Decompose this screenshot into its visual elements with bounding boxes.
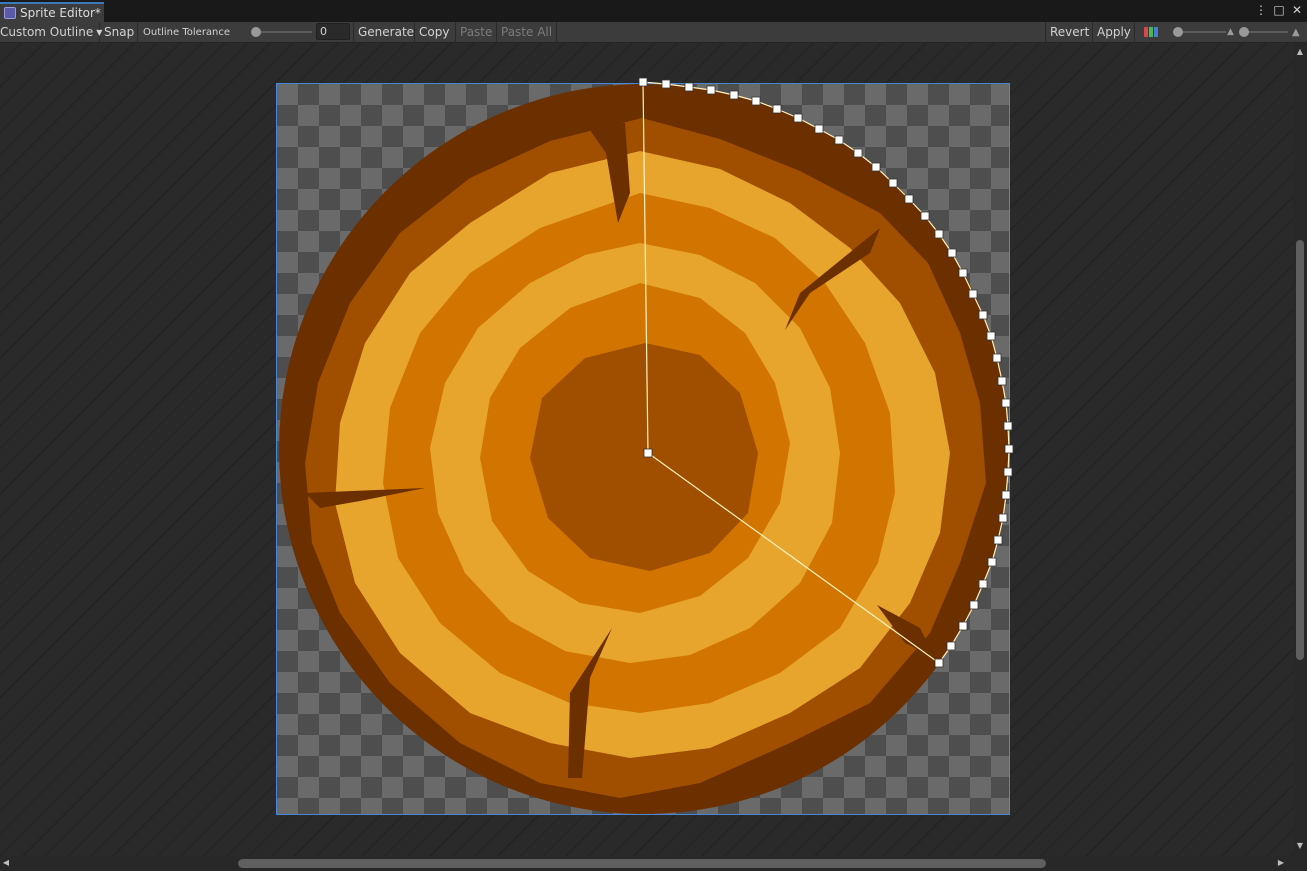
slider-track <box>254 31 312 33</box>
title-bar: Sprite Editor* ⋮ □ ✕ <box>0 0 1307 23</box>
outline-vertex-handle[interactable] <box>1003 421 1013 431</box>
outline-vertex-handle[interactable] <box>968 289 978 299</box>
horizontal-scrollbar[interactable]: ◀ ▶ <box>0 856 1293 871</box>
snap-button[interactable]: Snap <box>100 22 138 42</box>
horizontal-scroll-thumb[interactable] <box>238 859 1046 868</box>
vertical-scroll-thumb[interactable] <box>1296 240 1304 660</box>
outline-vertex-handle[interactable] <box>978 579 988 589</box>
outline-tolerance-field[interactable]: 0 <box>316 23 350 40</box>
vertical-scrollbar[interactable]: ▲ ▼ <box>1293 43 1307 856</box>
color-channels-icon[interactable] <box>1140 22 1162 42</box>
outline-vertex-handle[interactable] <box>1004 444 1014 454</box>
sprite-canvas[interactable] <box>0 43 1293 856</box>
outline-vertex-handle[interactable] <box>834 135 844 145</box>
outline-vertex-handle[interactable] <box>958 621 968 631</box>
close-icon[interactable]: ✕ <box>1291 3 1303 17</box>
scroll-right-icon[interactable]: ▶ <box>1276 858 1286 867</box>
outline-vertex-handle[interactable] <box>978 310 988 320</box>
toolbar: Custom Outline ▼ Snap Outline Tolerance … <box>0 22 1307 43</box>
outline-vertex-handle[interactable] <box>853 148 863 158</box>
outline-vertex-handle[interactable] <box>987 557 997 567</box>
maximize-icon[interactable]: □ <box>1273 3 1285 17</box>
outline-vertex-handle[interactable] <box>998 513 1008 523</box>
copy-label: Copy <box>419 25 450 39</box>
outline-vertex-handle[interactable] <box>729 90 739 100</box>
outline-vertex-handle[interactable] <box>934 658 944 668</box>
outline-vertex-handle[interactable] <box>871 162 881 172</box>
outline-vertex-handle[interactable] <box>920 211 930 221</box>
alpha-slider-track <box>1176 31 1226 33</box>
scroll-up-icon[interactable]: ▲ <box>1295 47 1305 56</box>
more-options-icon[interactable]: ⋮ <box>1255 3 1267 17</box>
outline-vertex-handle[interactable] <box>1003 467 1013 477</box>
outline-vertex-handle[interactable] <box>814 124 824 134</box>
paste-all-label: Paste All <box>501 25 553 39</box>
outline-vertex-handle[interactable] <box>993 535 1003 545</box>
paste-all-button[interactable]: Paste All <box>497 22 557 42</box>
sprite-editor-icon <box>4 7 16 19</box>
small-mountain-icon: ▲ <box>1227 27 1234 37</box>
sprite-overlay <box>279 77 1014 814</box>
scroll-left-icon[interactable]: ◀ <box>1 858 11 867</box>
revert-button[interactable]: Revert <box>1045 22 1093 42</box>
outline-vertex-handle[interactable] <box>1001 398 1011 408</box>
tab-title: Sprite Editor* <box>20 6 101 20</box>
outline-vertex-handle[interactable] <box>969 600 979 610</box>
outline-vertex-handle[interactable] <box>947 248 957 258</box>
apply-label: Apply <box>1097 25 1131 39</box>
outline-vertex-handle[interactable] <box>997 376 1007 386</box>
snap-label: Snap <box>104 25 135 39</box>
outline-vertex-handle[interactable] <box>661 79 671 89</box>
outline-vertex-handle[interactable] <box>958 268 968 278</box>
generate-button[interactable]: Generate <box>353 22 415 42</box>
outline-vertex-handle[interactable] <box>986 331 996 341</box>
outline-vertex-handle[interactable] <box>904 194 914 204</box>
revert-label: Revert <box>1050 25 1090 39</box>
paste-button[interactable]: Paste <box>456 22 497 42</box>
outline-vertex-handle[interactable] <box>643 448 653 458</box>
outline-vertex-handle[interactable] <box>793 113 803 123</box>
large-mountain-icon: ▲ <box>1292 26 1300 38</box>
generate-label: Generate <box>358 25 415 39</box>
outline-vertex-handle[interactable] <box>706 85 716 95</box>
outline-vertex-handle[interactable] <box>684 82 694 92</box>
outline-vertex-handle[interactable] <box>772 104 782 114</box>
alpha-slider-thumb[interactable] <box>1173 27 1183 37</box>
slider-thumb[interactable] <box>251 27 261 37</box>
outline-vertex-handle[interactable] <box>888 178 898 188</box>
outline-vertex-handle[interactable] <box>1001 490 1011 500</box>
outline-vertex-handle[interactable] <box>638 77 648 87</box>
paste-label: Paste <box>460 25 493 39</box>
apply-button[interactable]: Apply <box>1093 22 1135 42</box>
outline-tolerance-label: Outline Tolerance <box>143 26 231 38</box>
mode-dropdown-label: Custom Outline <box>0 25 94 39</box>
copy-button[interactable]: Copy <box>415 22 456 42</box>
mode-dropdown[interactable]: Custom Outline ▼ <box>0 22 102 42</box>
outline-vertex-handle[interactable] <box>751 96 761 106</box>
outline-vertex-handle[interactable] <box>934 229 944 239</box>
tab-sprite-editor[interactable]: Sprite Editor* <box>0 2 104 22</box>
outline-vertex-handle[interactable] <box>992 353 1002 363</box>
outline-vertex-handle[interactable] <box>946 641 956 651</box>
scroll-down-icon[interactable]: ▼ <box>1295 841 1305 850</box>
window-controls: ⋮ □ ✕ <box>1255 3 1303 17</box>
zoom-slider-thumb[interactable] <box>1239 27 1249 37</box>
